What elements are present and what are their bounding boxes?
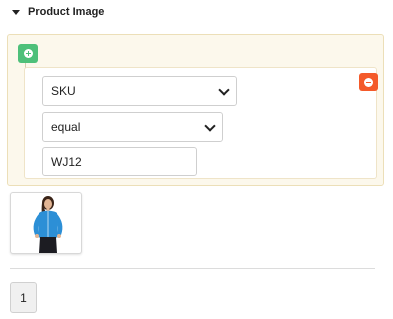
caret-down-icon[interactable] <box>12 9 20 15</box>
remove-condition-button[interactable] <box>359 73 378 91</box>
field-select[interactable]: SKU <box>42 76 237 106</box>
plus-circle-icon <box>23 49 33 58</box>
field-select-value: SKU <box>51 84 76 98</box>
minus-circle-icon <box>364 77 373 87</box>
product-thumbnail[interactable] <box>10 192 82 254</box>
page-number: 1 <box>20 290 27 305</box>
section-title: Product Image <box>28 6 105 18</box>
condition-group: SKU equal WJ12 <box>7 34 384 186</box>
value-input[interactable]: WJ12 <box>42 147 197 176</box>
operator-select[interactable]: equal <box>42 112 223 142</box>
chevron-down-icon <box>218 84 230 96</box>
condition-rule: SKU equal WJ12 <box>24 67 378 179</box>
operator-select-value: equal <box>51 120 81 134</box>
add-condition-button[interactable] <box>18 44 38 63</box>
section-header[interactable]: Product Image <box>12 4 104 20</box>
value-input-text: WJ12 <box>51 154 82 169</box>
chevron-down-icon <box>204 120 216 132</box>
divider <box>10 268 375 269</box>
pagination-page-1[interactable]: 1 <box>10 282 37 313</box>
product-image <box>33 196 63 253</box>
